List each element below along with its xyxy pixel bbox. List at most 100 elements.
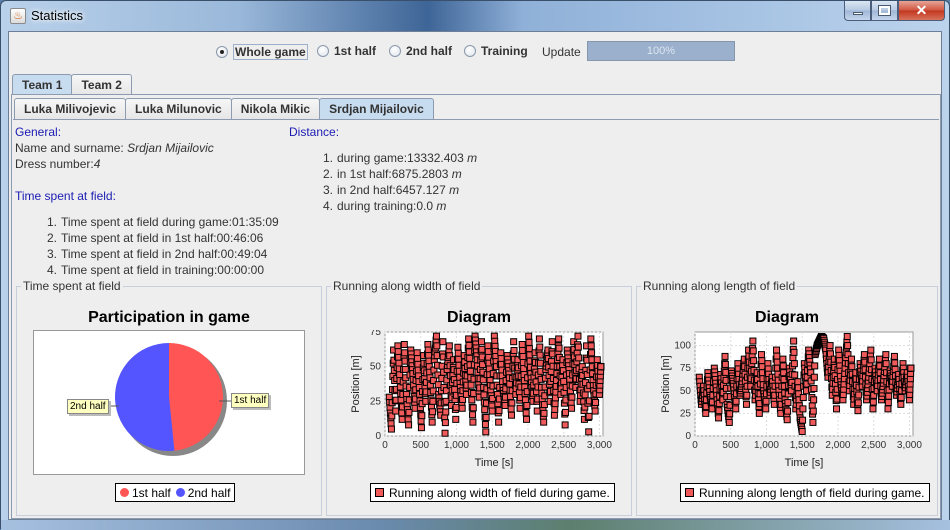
width-chart-legend: Running along width of field during game…	[370, 483, 615, 502]
data-point	[715, 407, 723, 415]
length-chart-title: Diagram	[754, 309, 820, 326]
close-button[interactable]: ✕	[898, 1, 945, 21]
general-heading: General:	[15, 125, 62, 139]
data-point	[442, 408, 450, 416]
data-point	[400, 340, 408, 348]
tab-player-luka-milivojevic[interactable]: Luka Milivojevic	[14, 98, 127, 119]
tab-player-srdjan-mijailovic[interactable]: Srdjan Mijailovic	[319, 98, 434, 120]
data-point	[715, 414, 723, 422]
data-point	[725, 418, 733, 426]
data-point	[588, 349, 596, 357]
data-point	[722, 368, 730, 376]
data-point	[810, 373, 818, 381]
radio-unselected-icon	[464, 45, 476, 57]
data-point	[519, 352, 527, 360]
data-point	[809, 407, 817, 415]
x-axis-label: Time [s]	[785, 457, 824, 469]
list-item: 3. Time spent at field in 2nd half:00:49:…	[46, 247, 268, 261]
maximize-button[interactable]	[871, 1, 898, 21]
data-point	[497, 349, 505, 357]
y-tick-label: 75	[370, 330, 382, 338]
data-point	[561, 408, 569, 416]
data-point	[432, 332, 440, 340]
list-item: 1. Time spent at field during game:01:35:…	[46, 215, 279, 229]
y-tick-label: 100	[674, 341, 691, 352]
data-point	[833, 405, 841, 413]
data-point	[581, 391, 589, 399]
minimize-button[interactable]	[844, 1, 871, 21]
close-icon: ✕	[915, 2, 928, 18]
data-point	[398, 409, 406, 417]
pie-slice-2nd-half[interactable]	[115, 343, 175, 451]
data-point	[508, 399, 516, 407]
data-point	[750, 357, 758, 365]
data-point	[885, 392, 893, 400]
data-point	[418, 412, 426, 420]
data-point	[773, 358, 781, 366]
radio-training[interactable]: Training	[464, 44, 528, 58]
data-point	[395, 359, 403, 367]
data-point	[468, 396, 476, 404]
data-point	[482, 428, 490, 436]
x-tick-label: 1,500	[480, 440, 505, 451]
data-point	[560, 377, 568, 385]
name-label: Name and surname:	[15, 141, 128, 155]
radio-1st-half[interactable]: 1st half	[317, 44, 376, 58]
y-tick-label: 0	[685, 431, 691, 442]
data-point	[798, 427, 806, 435]
list-item: 3. in 2nd half:6457.127 m	[322, 183, 460, 197]
data-point	[869, 398, 877, 406]
data-point	[523, 401, 531, 409]
data-point	[540, 401, 548, 409]
data-point	[510, 346, 518, 354]
width-scatter-chart: 0 500 1,000 1,500 2,000 2,500 3,000 0 25 50 75 Time…	[350, 330, 612, 469]
dress-value: 4	[93, 157, 101, 171]
time-spent-group: Time spent at field Participation in gam…	[16, 279, 322, 516]
tab-player-luka-milunovic[interactable]: Luka Milunovic	[125, 98, 232, 119]
data-point	[773, 352, 781, 360]
data-point	[732, 405, 740, 413]
dress-field: Dress number:4	[15, 157, 100, 171]
x-tick-label: 500	[412, 440, 429, 451]
data-point	[568, 393, 576, 401]
tab-team-2[interactable]: Team 2	[71, 74, 132, 95]
data-point	[574, 343, 582, 351]
data-point	[587, 335, 595, 343]
data-point	[507, 405, 515, 413]
y-tick-label: 75	[680, 363, 692, 374]
data-point	[826, 342, 834, 350]
x-tick-label: 1,500	[790, 440, 815, 451]
data-point	[439, 338, 447, 346]
data-point	[779, 355, 787, 363]
data-point	[477, 338, 485, 346]
data-point	[465, 335, 473, 343]
data-point	[762, 405, 770, 413]
data-point	[465, 341, 473, 349]
team-panel: Luka Milivojevic Luka Milunovic Nikola M…	[11, 94, 941, 519]
title-bar[interactable]: ♨ Statistics ✕	[1, 1, 949, 31]
data-point	[525, 345, 533, 353]
data-point	[392, 407, 400, 415]
distance-heading: Distance:	[289, 125, 340, 139]
data-point	[441, 429, 449, 437]
data-point	[518, 340, 526, 348]
y-axis-label: Position [m]	[660, 355, 672, 412]
data-point	[414, 355, 422, 363]
data-point	[779, 362, 787, 370]
tab-team-1[interactable]: Team 1	[12, 74, 73, 96]
data-point	[458, 404, 466, 412]
data-point	[405, 408, 413, 416]
player-tabs: Luka Milivojevic Luka Milunovic Nikola M…	[14, 98, 434, 120]
radio-2nd-half[interactable]: 2nd half	[389, 44, 452, 58]
statistics-window: ♨ Statistics ✕ Whole game 1st half 2nd h…	[0, 0, 950, 530]
data-point	[860, 351, 868, 359]
radio-whole-game[interactable]: Whole game	[216, 44, 308, 60]
data-point	[536, 343, 544, 351]
y-axis-label: Position [m]	[350, 355, 362, 412]
data-point	[574, 332, 582, 340]
minimize-icon	[852, 12, 863, 15]
data-point	[454, 343, 462, 351]
data-point	[783, 416, 791, 424]
length-running-group: Running along length of field Diagram 0 5…	[636, 279, 938, 516]
tab-player-nikola-mikic[interactable]: Nikola Mikic	[230, 98, 321, 119]
